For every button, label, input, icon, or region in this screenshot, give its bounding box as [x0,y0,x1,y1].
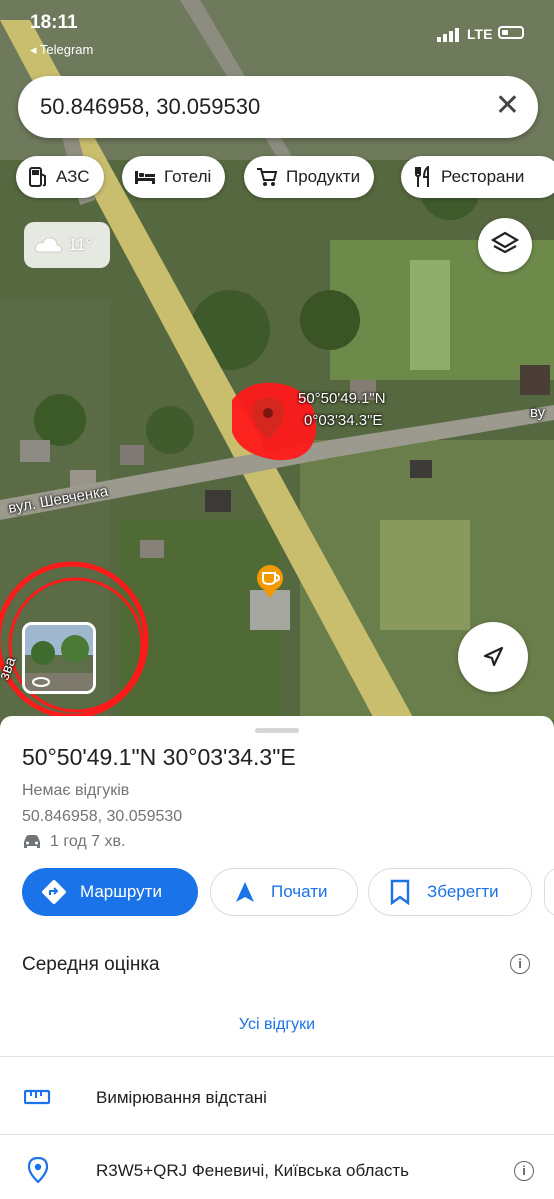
bookmark-icon [390,879,410,905]
directions-icon [42,880,66,904]
chip-hotels-label: Готелі [164,167,212,186]
drive-time-row: 1 год 7 хв. [22,833,125,851]
start-label: Почати [271,882,328,901]
search-query[interactable]: 50.846958, 30.059530 [40,94,260,120]
more-actions-button[interactable] [544,868,554,916]
cloud-icon [35,237,62,253]
chip-gas-label: АЗС [56,167,90,186]
search-bar[interactable]: 50.846958, 30.059530 ✕ [18,76,538,138]
directions-label: Маршрути [80,882,162,901]
my-location-button[interactable] [458,622,528,692]
directions-button[interactable]: Маршрути [22,868,198,916]
signal-icon [437,28,459,42]
place-title: 50°50'49.1"N 30°03'34.3"E [22,744,296,770]
pin-label-lat: 50°50'49.1"N [298,390,386,407]
start-button[interactable]: Почати [210,868,358,916]
cart-icon [257,168,278,186]
plus-code[interactable]: R3W5+QRJ Феневичі, Київська область [96,1161,409,1181]
navigation-arrow-icon [483,646,504,667]
network-type: LTE [467,26,493,42]
bed-icon [135,171,155,184]
save-button[interactable]: Зберегти [368,868,532,916]
layers-button[interactable] [478,218,532,272]
chip-groceries[interactable]: Продукти [244,156,375,198]
divider [0,1134,554,1135]
rating-info-icon[interactable]: i [510,954,530,974]
back-to-telegram[interactable]: ◂ Telegram [30,42,93,58]
status-bar: 18:11 ◂ Telegram LTE [0,0,554,64]
rating-title: Середня оцінка [22,954,160,975]
place-coordinates: 50.846958, 30.059530 [22,808,183,825]
drive-time: 1 год 7 хв. [50,833,126,850]
save-label: Зберегти [427,882,499,901]
location-pin-outline-icon [28,1157,48,1183]
place-sheet[interactable]: 50°50'49.1"N 30°03'34.3"E Немає відгуків… [0,716,554,1199]
weather-widget[interactable]: 11° [24,222,110,268]
plus-code-info-icon[interactable]: i [514,1161,534,1181]
battery-icon [498,26,524,39]
street-view-thumbnail[interactable] [22,622,96,694]
navigation-start-icon [236,882,254,902]
divider [0,1056,554,1057]
gas-station-icon [29,167,46,187]
chip-groceries-label: Продукти [286,167,361,186]
chip-hotels[interactable]: Готелі [122,156,226,198]
measure-distance[interactable]: Вимірювання відстані [96,1088,267,1108]
chip-restaurants-label: Ресторани [441,167,525,186]
weather-temperature: 11° [68,235,93,254]
ruler-icon [24,1089,51,1105]
pin-label-lon: 0°03'34.3"E [304,412,383,429]
map-view[interactable]: 18:11 ◂ Telegram LTE 50.846958, 30.05953… [0,0,554,730]
layers-icon [490,231,520,254]
sheet-drag-handle[interactable] [255,728,299,733]
all-reviews-link[interactable]: Усі відгуки [0,1016,554,1034]
chip-restaurants[interactable]: Ресторани [401,156,554,198]
reviews-status: Немає відгуків [22,782,130,799]
chip-gas[interactable]: АЗС [16,156,104,198]
car-icon [24,835,40,848]
status-time: 18:11 [30,12,78,33]
360-icon [32,677,50,687]
street-label-edge: ву [530,404,546,421]
fork-knife-icon [415,166,429,187]
clear-search-icon[interactable]: ✕ [495,88,520,124]
